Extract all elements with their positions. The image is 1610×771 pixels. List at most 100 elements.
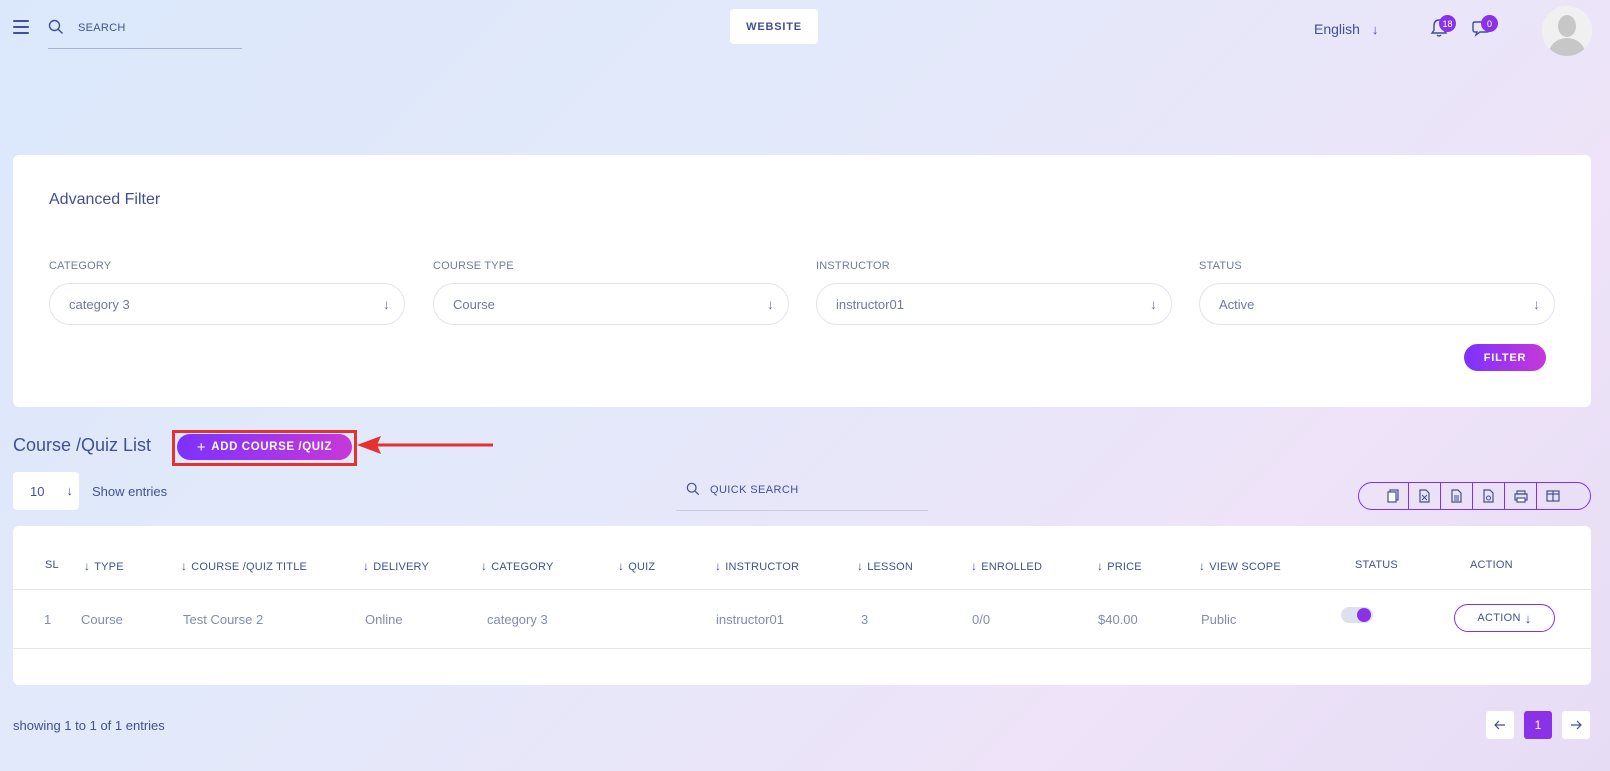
action-label: ACTION (1477, 612, 1521, 624)
table-row: 1 Course Test Course 2 Online category 3… (13, 590, 1591, 649)
filter-title: Advanced Filter (49, 191, 161, 208)
csv-file-icon (1451, 489, 1462, 503)
advanced-filter-card: Advanced Filter CATEGORY category 3 ↓ CO… (13, 155, 1591, 407)
excel-export-button[interactable] (1409, 483, 1441, 509)
plus-icon: + (196, 438, 207, 456)
course-type-value: Course (453, 296, 495, 312)
col-action: ACTION (1470, 559, 1513, 571)
copy-button[interactable] (1377, 483, 1409, 509)
status-label: STATUS (1199, 260, 1242, 272)
arrow-down-icon: ↓ (767, 296, 774, 312)
next-page-button[interactable] (1562, 711, 1590, 739)
col-type[interactable]: ↓ TYPE (84, 559, 124, 573)
course-type-label: COURSE TYPE (433, 260, 514, 272)
col-title[interactable]: ↓ COURSE /QUIZ TITLE (181, 559, 307, 573)
status-value: Active (1219, 296, 1255, 312)
previous-page-button[interactable] (1486, 711, 1514, 739)
show-entries-label: Show entries (92, 484, 168, 499)
category-filter: CATEGORY category 3 ↓ (49, 260, 405, 325)
page-1-button[interactable]: 1 (1524, 711, 1552, 739)
instructor-select[interactable]: instructor01 ↓ (816, 283, 1172, 325)
sort-icon: ↓ (1097, 559, 1104, 573)
add-course-quiz-button[interactable]: + ADD COURSE /QUIZ (177, 434, 352, 460)
excel-file-icon (1419, 489, 1430, 503)
cell-instructor: instructor01 (716, 612, 784, 627)
instructor-label: INSTRUCTOR (816, 260, 890, 272)
website-button[interactable]: WEBSITE (730, 9, 818, 44)
col-category[interactable]: ↓ CATEGORY (481, 559, 554, 573)
category-select[interactable]: category 3 ↓ (49, 283, 405, 325)
user-avatar[interactable] (1542, 6, 1592, 56)
list-title: Course /Quiz List (13, 435, 152, 455)
cell-category: category 3 (487, 612, 548, 627)
cell-lesson: 3 (861, 612, 869, 627)
header-search[interactable]: SEARCH (48, 16, 242, 49)
print-icon (1513, 489, 1528, 503)
entries-value: 10 (30, 483, 45, 499)
cell-enrolled: 0/0 (972, 612, 991, 627)
arrow-down-icon: ↓ (66, 483, 74, 498)
header-search-input[interactable]: SEARCH (78, 22, 126, 34)
notification-badge: 18 (1439, 15, 1456, 32)
search-icon (686, 482, 700, 496)
sort-icon: ↓ (181, 559, 188, 573)
red-arrow-annotation (357, 436, 493, 454)
status-toggle[interactable] (1341, 607, 1373, 623)
arrow-down-icon: ↓ (1150, 296, 1157, 312)
top-bar: SEARCH WEBSITE English ↓ 18 0 (0, 0, 1610, 70)
arrow-down-icon: ↓ (1371, 22, 1379, 37)
sort-icon: ↓ (363, 559, 370, 573)
csv-export-button[interactable] (1441, 483, 1473, 509)
course-type-select[interactable]: Course ↓ (433, 283, 789, 325)
category-value: category 3 (69, 296, 130, 312)
instructor-value: instructor01 (836, 296, 904, 312)
notification-button[interactable]: 18 (1430, 15, 1456, 43)
messages-button[interactable]: 0 (1472, 15, 1498, 43)
user-icon (1542, 6, 1592, 56)
print-button[interactable] (1505, 483, 1537, 509)
status-filter: STATUS Active ↓ (1199, 260, 1555, 325)
columns-button[interactable] (1537, 483, 1569, 509)
col-enrolled[interactable]: ↓ ENROLLED (971, 559, 1042, 573)
columns-icon (1546, 490, 1560, 502)
filter-button[interactable]: FILTER (1464, 344, 1546, 371)
col-quiz[interactable]: ↓ QUIZ (618, 559, 655, 573)
toggle-knob (1357, 608, 1371, 622)
pdf-file-icon (1483, 489, 1494, 503)
table-header: SL ↓ TYPE ↓ COURSE /QUIZ TITLE ↓ DELIVERY ↓… (13, 526, 1591, 590)
cell-title: Test Course 2 (183, 612, 264, 627)
message-badge: 0 (1481, 15, 1498, 32)
hamburger-menu-icon[interactable] (13, 20, 29, 34)
entries-select[interactable]: 10 ↓ (13, 472, 79, 510)
sort-icon: ↓ (715, 559, 722, 573)
cell-price: $40.00 (1098, 612, 1138, 627)
action-dropdown-button[interactable]: ACTION ↓ (1454, 604, 1555, 632)
showing-entries-text: showing 1 to 1 of 1 entries (13, 718, 165, 733)
cell-delivery: Online (365, 612, 403, 627)
status-select[interactable]: Active ↓ (1199, 283, 1555, 325)
arrow-left-icon (1494, 720, 1505, 730)
col-lesson[interactable]: ↓ LESSON (857, 559, 913, 573)
quick-search-input[interactable]: QUICK SEARCH (710, 484, 799, 496)
pdf-export-button[interactable] (1473, 483, 1505, 509)
sort-icon: ↓ (481, 559, 488, 573)
quick-search[interactable]: QUICK SEARCH (676, 473, 928, 511)
course-table: SL ↓ TYPE ↓ COURSE /QUIZ TITLE ↓ DELIVERY ↓… (13, 526, 1591, 685)
col-price[interactable]: ↓ PRICE (1097, 559, 1142, 573)
cell-sl: 1 (44, 612, 52, 627)
arrow-right-icon (1571, 720, 1582, 730)
col-delivery[interactable]: ↓ DELIVERY (363, 559, 429, 573)
sort-icon: ↓ (618, 559, 625, 573)
col-status: STATUS (1355, 559, 1398, 571)
category-label: CATEGORY (49, 260, 112, 272)
cell-view-scope: Public (1201, 612, 1237, 627)
col-view-scope[interactable]: ↓ VIEW SCOPE (1199, 559, 1281, 573)
export-buttons (1358, 482, 1591, 510)
col-sl: SL (45, 559, 59, 571)
course-type-filter: COURSE TYPE Course ↓ (433, 260, 789, 325)
cell-type: Course (81, 612, 123, 627)
language-selector[interactable]: English ↓ (1314, 21, 1378, 37)
add-course-quiz-label: ADD COURSE /QUIZ (211, 441, 333, 453)
col-instructor[interactable]: ↓ INSTRUCTOR (715, 559, 799, 573)
sort-icon: ↓ (1199, 559, 1206, 573)
